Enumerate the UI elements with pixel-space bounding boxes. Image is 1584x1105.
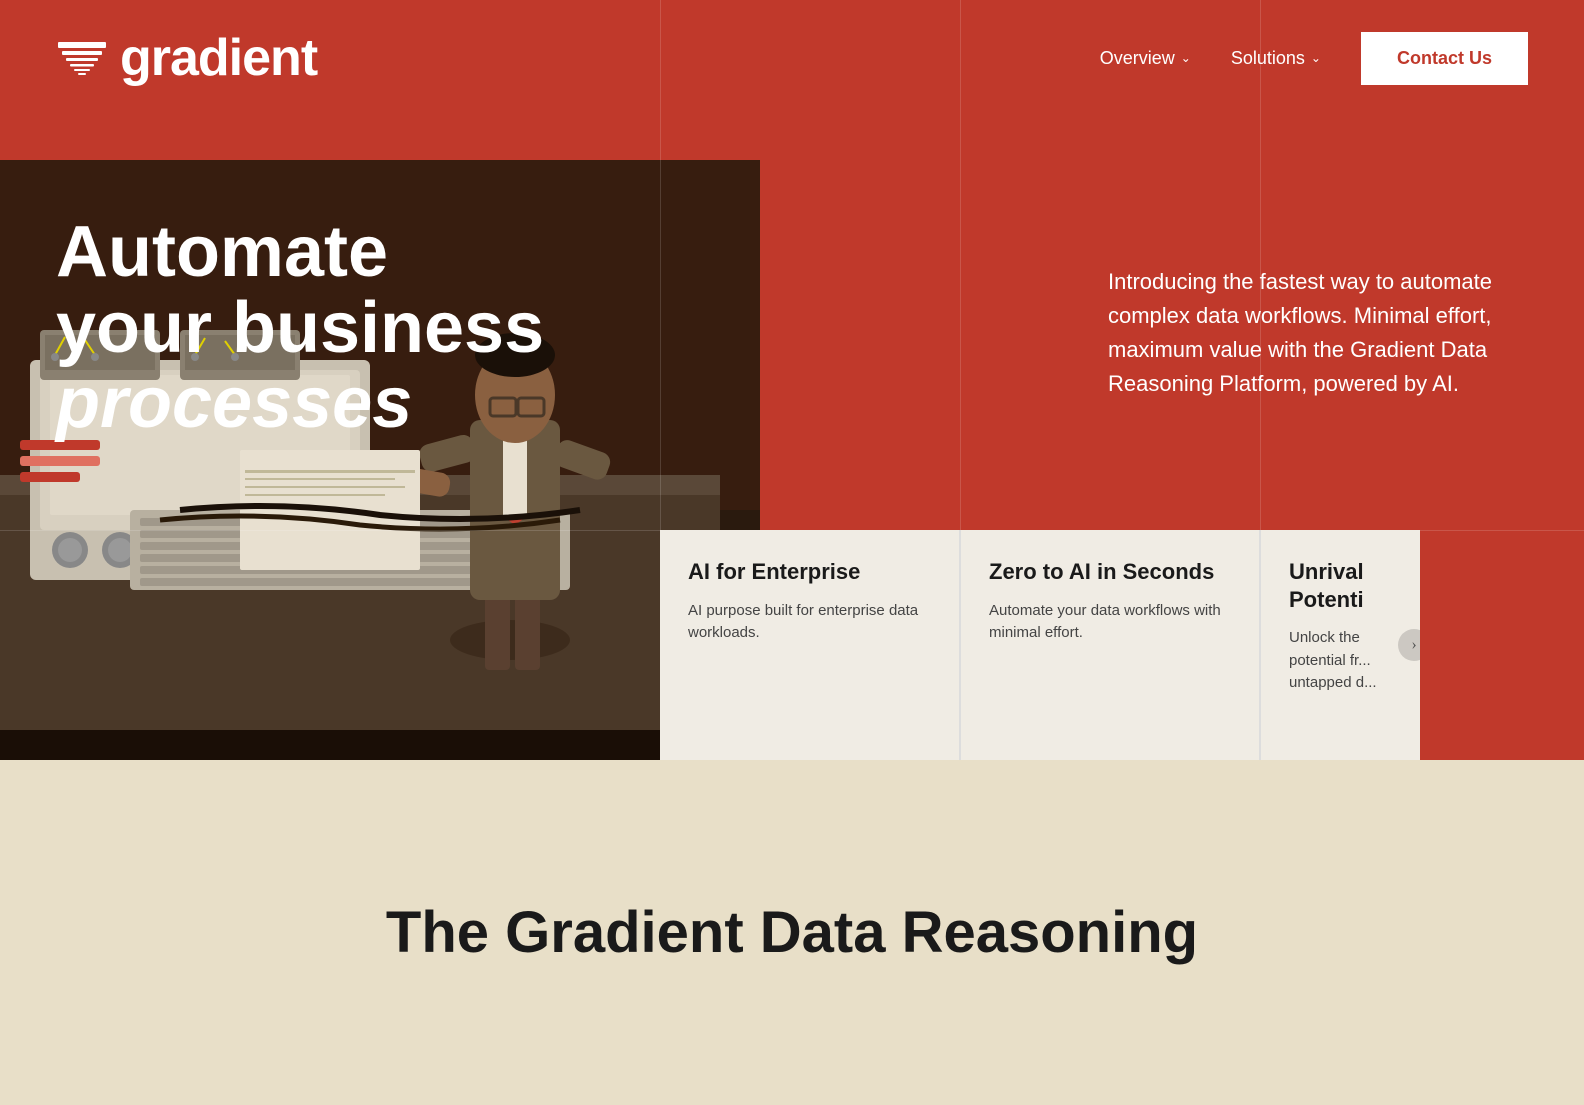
- feature-cards: AI for Enterprise AI purpose built for e…: [660, 530, 1584, 760]
- card-1-desc: Automate your data workflows with minima…: [989, 600, 1231, 645]
- nav-overview[interactable]: Overview ⌄: [1100, 48, 1191, 69]
- card-0-title: AI for Enterprise: [688, 558, 931, 586]
- logo-text: gradient: [120, 28, 317, 88]
- card-0-desc: AI purpose built for enterprise data wor…: [688, 600, 931, 645]
- headline-line1: Automate: [56, 215, 544, 291]
- feature-card-0: AI for Enterprise AI purpose built for e…: [660, 530, 960, 760]
- main-nav: Overview ⌄ Solutions ⌄ Contact Us: [1100, 32, 1528, 85]
- hero-section: gradient Overview ⌄ Solutions ⌄ Contact …: [0, 0, 1584, 760]
- site-header: gradient Overview ⌄ Solutions ⌄ Contact …: [0, 0, 1584, 116]
- contact-us-button[interactable]: Contact Us: [1361, 32, 1528, 85]
- feature-card-1: Zero to AI in Seconds Automate your data…: [960, 530, 1260, 760]
- hero-headline: Automate your business processes: [56, 215, 544, 442]
- gradient-logo-icon: [56, 32, 108, 84]
- solutions-chevron-icon: ⌄: [1311, 51, 1321, 65]
- card-1-title: Zero to AI in Seconds: [989, 558, 1231, 586]
- headline-line2: your business: [56, 291, 544, 367]
- bottom-title: The Gradient Data Reasoning: [386, 899, 1198, 966]
- logo[interactable]: gradient: [56, 28, 317, 88]
- headline-line3: processes: [56, 366, 544, 442]
- bottom-section: The Gradient Data Reasoning: [0, 760, 1584, 1105]
- hero-description: Introducing the fastest way to automate …: [1108, 265, 1528, 401]
- card-2-desc: Unlock thepotential fr...untapped d...: [1289, 627, 1392, 695]
- feature-card-2: UnrivalPotenti Unlock thepotential fr...…: [1260, 530, 1420, 760]
- cards-next-arrow[interactable]: ›: [1398, 629, 1420, 661]
- card-2-title: UnrivalPotenti: [1289, 558, 1392, 613]
- overview-chevron-icon: ⌄: [1181, 51, 1191, 65]
- nav-solutions[interactable]: Solutions ⌄: [1231, 48, 1321, 69]
